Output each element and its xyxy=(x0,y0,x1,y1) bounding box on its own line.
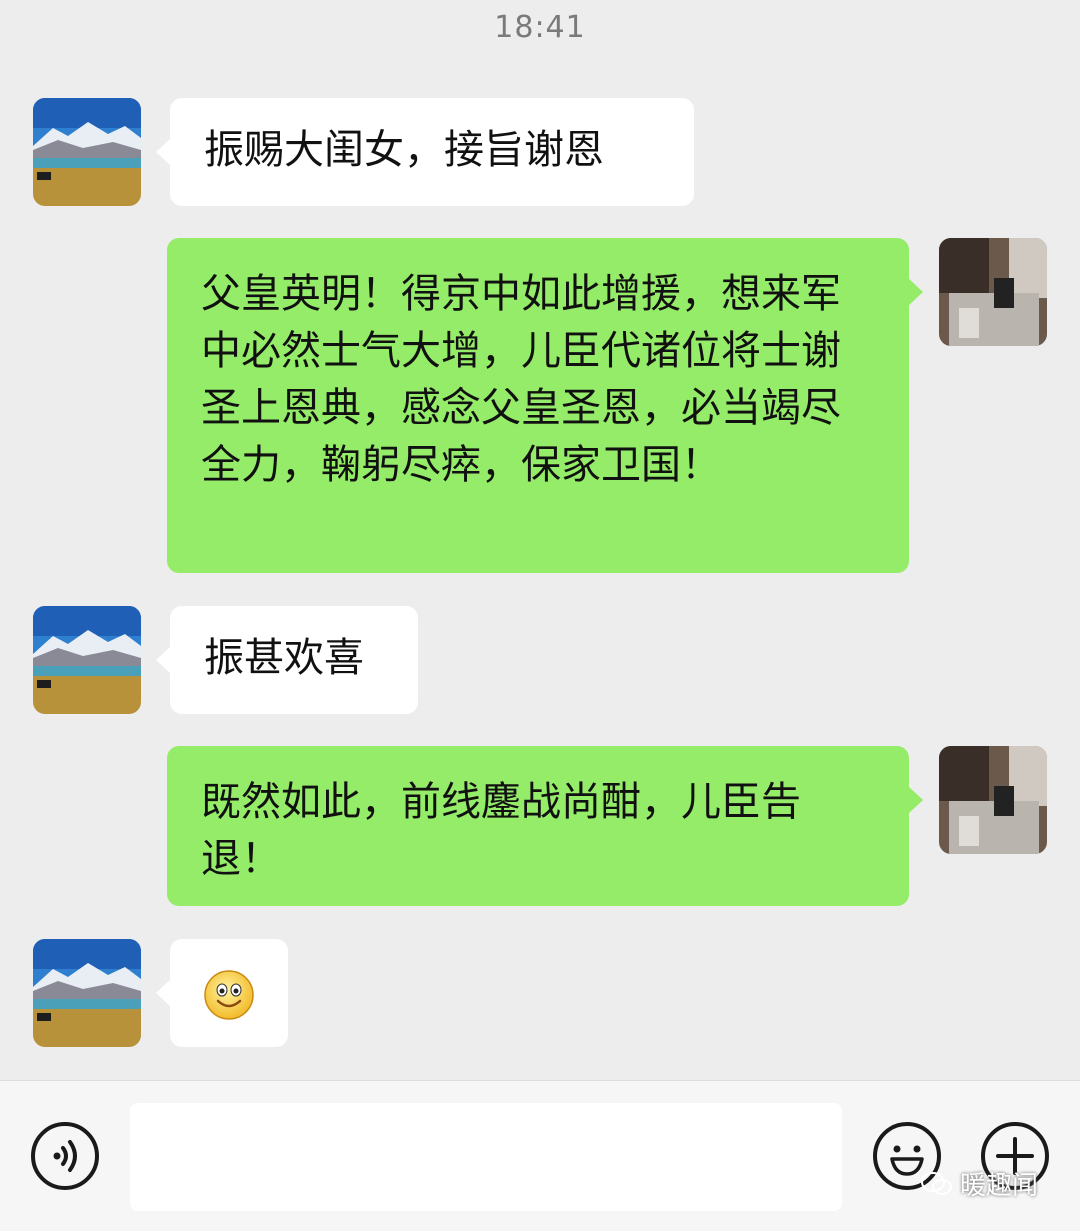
landscape-avatar-icon xyxy=(33,98,141,206)
message-timestamp: 18:41 xyxy=(494,10,586,45)
chat-input-bar xyxy=(0,1080,1080,1231)
watermark-text: 暖趣闻 xyxy=(960,1171,1039,1201)
contact-avatar[interactable] xyxy=(33,939,141,1047)
message-input[interactable] xyxy=(130,1103,842,1211)
message-bubble-incoming[interactable]: 振甚欢喜 xyxy=(156,606,418,714)
message-text: 既然如此，前线鏖战尚酣，儿臣告退！ xyxy=(201,779,801,882)
message-bubble-outgoing[interactable]: 父皇英明！得京中如此增援，想来军中必然士气大增，儿臣代诸位将士谢圣上恩典，感念父… xyxy=(167,238,923,573)
self-avatar[interactable] xyxy=(939,238,1047,346)
self-avatar[interactable] xyxy=(939,746,1047,854)
smile-emoji-icon xyxy=(204,970,254,1020)
photo-avatar-icon xyxy=(939,746,1047,854)
wechat-channel-icon xyxy=(921,1171,952,1195)
photo-avatar-icon xyxy=(939,238,1047,346)
message-text: 振赐大闺女，接旨谢恩 xyxy=(204,127,604,173)
message-bubble-incoming[interactable]: 振赐大闺女，接旨谢恩 xyxy=(156,98,694,206)
message-text: 振甚欢喜 xyxy=(204,635,364,681)
message-bubble-outgoing[interactable]: 既然如此，前线鏖战尚酣，儿臣告退！ xyxy=(167,746,923,906)
landscape-avatar-icon xyxy=(33,939,141,1047)
contact-avatar[interactable] xyxy=(33,98,141,206)
watermark: 暖趣闻 xyxy=(920,1165,1038,1202)
voice-icon xyxy=(53,1140,77,1172)
message-bubble-incoming[interactable] xyxy=(156,939,288,1047)
voice-button[interactable] xyxy=(31,1122,99,1190)
message-text: 父皇英明！得京中如此增援，想来军中必然士气大增，儿臣代诸位将士谢圣上恩典，感念父… xyxy=(201,271,841,488)
landscape-avatar-icon xyxy=(33,606,141,714)
contact-avatar[interactable] xyxy=(33,606,141,714)
